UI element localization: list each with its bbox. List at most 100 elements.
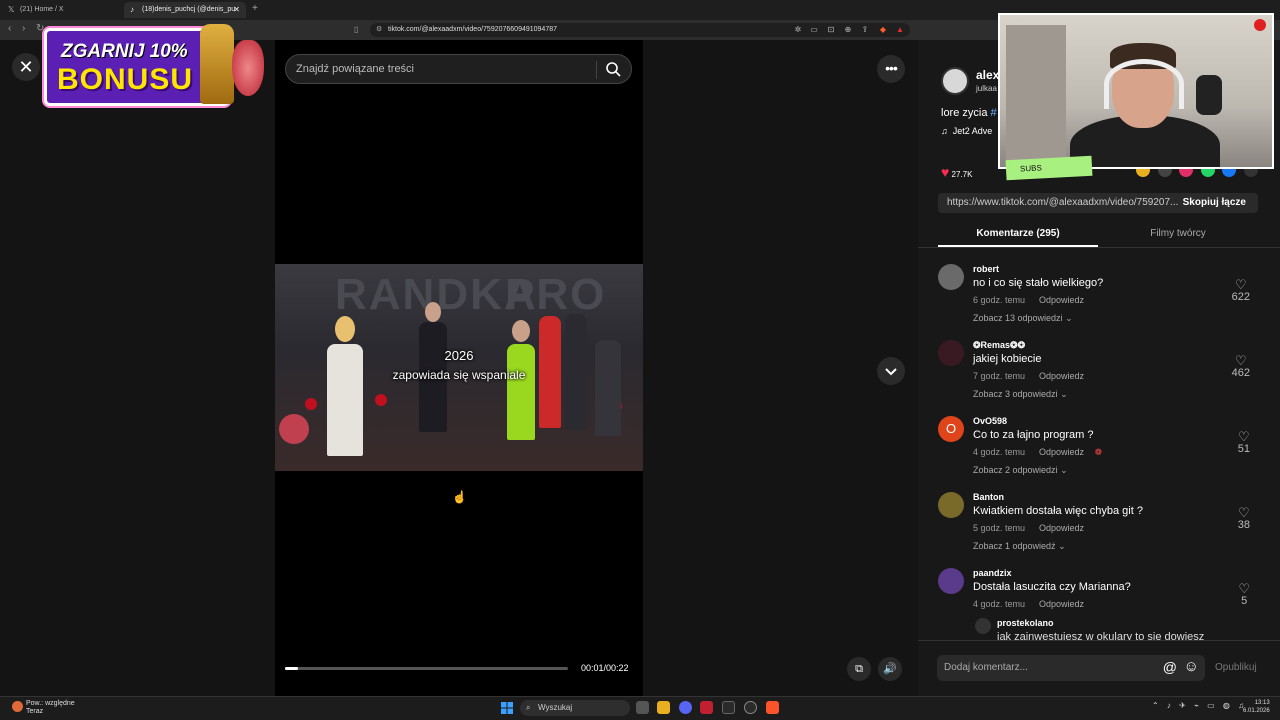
comment-avatar[interactable]: O bbox=[938, 416, 964, 442]
comment-user[interactable]: paandzix bbox=[973, 568, 1012, 578]
emoji-icon: ❁ bbox=[1094, 447, 1103, 457]
extension-icon[interactable]: ⊡ bbox=[826, 25, 836, 35]
comment-like-button[interactable]: ♡ 5 bbox=[1238, 582, 1250, 607]
comment-avatar[interactable] bbox=[938, 340, 964, 366]
comment-user[interactable]: ❂Remas❂❂ bbox=[973, 340, 1025, 351]
chevron-down-icon: ⌄ bbox=[1060, 465, 1068, 475]
weather-icon bbox=[12, 701, 23, 712]
app-icon[interactable] bbox=[722, 701, 735, 714]
file-explorer-icon[interactable] bbox=[657, 701, 670, 714]
comment-like-button[interactable]: ♡ 38 bbox=[1238, 506, 1250, 531]
comment-time: 4 godz. temu bbox=[973, 599, 1026, 609]
taskbar-clock[interactable]: 13:13 6.01.2026 bbox=[1243, 699, 1270, 715]
heart-outline-icon: ♡ bbox=[1234, 353, 1247, 368]
tab-tiktok[interactable]: ♪ (18)denis_puchcj (@denis_pu ✕ bbox=[124, 2, 246, 18]
video-link[interactable]: https://www.tiktok.com/@alexaadxm/video/… bbox=[947, 197, 1178, 208]
reply-button[interactable]: Odpowiedz bbox=[1039, 371, 1084, 381]
site-info-icon[interactable]: ⚙ bbox=[376, 23, 382, 37]
volume-button[interactable]: 🔊 bbox=[878, 657, 902, 681]
video-description: lore zycia # bbox=[941, 107, 997, 119]
comment-user[interactable]: OvO598 bbox=[973, 416, 1007, 426]
search-icon[interactable] bbox=[605, 61, 621, 77]
heart-icon: ♥ bbox=[941, 164, 950, 180]
background-door bbox=[1006, 25, 1066, 167]
brave-icon[interactable] bbox=[766, 701, 779, 714]
emoji-icon[interactable]: ☺ bbox=[1184, 658, 1199, 675]
obs-icon[interactable] bbox=[744, 701, 757, 714]
app-icon[interactable] bbox=[700, 701, 713, 714]
reply-user[interactable]: prostekolano bbox=[997, 618, 1054, 628]
zoom-icon[interactable]: ⊕ bbox=[843, 25, 853, 35]
picture-in-picture-button[interactable]: ⧉ bbox=[847, 657, 871, 681]
mention-icon[interactable]: @ bbox=[1163, 659, 1177, 675]
comment-like-button[interactable]: ♡ 462 bbox=[1232, 354, 1250, 379]
related-search-input[interactable]: Znajdź powiązane treści bbox=[285, 54, 632, 84]
comment-time: 6 godz. temu bbox=[973, 295, 1026, 305]
reply-avatar[interactable] bbox=[975, 618, 991, 634]
close-button[interactable]: ✕ bbox=[12, 53, 40, 81]
url-text: tiktok.com/@alexaadxm/video/759207660949… bbox=[388, 26, 558, 33]
comment-avatar[interactable] bbox=[938, 492, 964, 518]
chevron-down-icon: ⌄ bbox=[1060, 389, 1068, 399]
comment-meta: 4 godz. temu Odpowiedz ❁ bbox=[973, 447, 1102, 458]
copy-link-button[interactable]: Skopiuj łącze bbox=[1183, 197, 1246, 208]
description-hashtag[interactable]: # bbox=[991, 107, 997, 119]
author-name[interactable]: alex bbox=[976, 68, 999, 82]
clock-time: 13:13 bbox=[1254, 700, 1270, 706]
chevron-down-icon bbox=[885, 368, 897, 376]
comment-avatar[interactable] bbox=[938, 568, 964, 594]
comment-input[interactable]: Dodaj komentarz... @ ☺ bbox=[937, 655, 1205, 681]
person-head bbox=[335, 316, 355, 342]
taskbar-search[interactable]: ⌕ Wyszukaj bbox=[520, 700, 630, 716]
weather-widget[interactable]: Pow.: względne Teraz bbox=[12, 700, 75, 716]
more-options-button[interactable]: ••• bbox=[877, 55, 905, 83]
reply-button[interactable]: Odpowiedz bbox=[1039, 523, 1084, 533]
bookmark-icon[interactable]: ▯ bbox=[354, 25, 358, 34]
view-replies-button[interactable]: Zobacz 2 odpowiedzi ⌄ bbox=[973, 465, 1068, 476]
comment-like-count: 462 bbox=[1231, 367, 1250, 379]
reply-button[interactable]: Odpowiedz bbox=[1039, 599, 1084, 609]
like-button[interactable]: ♥ 27.7K bbox=[941, 164, 972, 180]
comment-user[interactable]: Banton bbox=[973, 492, 1004, 502]
video-progress-bar[interactable] bbox=[285, 667, 568, 670]
view-replies-button[interactable]: Zobacz 3 odpowiedzi ⌄ bbox=[973, 389, 1068, 400]
extension-icon[interactable]: ✲ bbox=[793, 25, 803, 35]
heart-outline-icon: ♡ bbox=[1238, 429, 1250, 444]
view-replies-button[interactable]: Zobacz 1 odpowiedź ⌄ bbox=[973, 541, 1066, 552]
comment-like-count: 38 bbox=[1237, 519, 1250, 531]
heart-outline-icon: ♡ bbox=[1238, 581, 1250, 596]
discord-icon[interactable] bbox=[679, 701, 692, 714]
music-link[interactable]: ♫ Jet2 Adve bbox=[941, 126, 992, 136]
search-divider bbox=[596, 61, 597, 79]
tab-comments[interactable]: Komentarze (295) bbox=[938, 228, 1098, 239]
promo-bag-image bbox=[232, 40, 264, 96]
author-handle: julkaa bbox=[976, 84, 997, 93]
comment-like-count: 622 bbox=[1231, 291, 1250, 303]
share-icon[interactable]: ⇪ bbox=[860, 25, 870, 35]
brave-shield-icon[interactable]: ◆ bbox=[878, 25, 888, 35]
comment-avatar[interactable] bbox=[938, 264, 964, 290]
tab-x-home[interactable]: 𝕏 (21) Home / X bbox=[2, 2, 120, 18]
task-view-icon[interactable] bbox=[636, 701, 649, 714]
author-avatar[interactable] bbox=[941, 67, 969, 95]
balloon bbox=[375, 394, 387, 406]
extension-icon[interactable]: ▭ bbox=[809, 25, 819, 35]
comment-like-button[interactable]: ♡ 51 bbox=[1238, 430, 1250, 455]
back-icon[interactable]: ‹ bbox=[8, 23, 11, 34]
windows-start-icon[interactable] bbox=[501, 702, 513, 714]
reply-button[interactable]: Odpowiedz bbox=[1039, 295, 1084, 305]
forward-icon[interactable]: › bbox=[22, 23, 25, 34]
rewards-icon[interactable]: ▲ bbox=[895, 25, 905, 35]
comment-like-button[interactable]: ♡ 622 bbox=[1232, 278, 1250, 303]
close-tab-icon[interactable]: ✕ bbox=[233, 2, 240, 18]
tab-creator-videos[interactable]: Filmy twórcy bbox=[1098, 228, 1258, 239]
tiktok-icon: ♪ bbox=[130, 5, 134, 14]
person-head bbox=[512, 320, 530, 342]
publish-button[interactable]: Opublikuj bbox=[1215, 662, 1257, 673]
new-tab-button[interactable]: + bbox=[252, 3, 258, 14]
reply-button[interactable]: Odpowiedz bbox=[1039, 447, 1084, 457]
comment-user[interactable]: robert bbox=[973, 264, 999, 274]
next-video-button[interactable] bbox=[877, 357, 905, 385]
view-replies-button[interactable]: Zobacz 13 odpowiedzi ⌄ bbox=[973, 313, 1073, 324]
system-tray[interactable]: ⌃ ♪ ✈ ⌁ ▭ ◍ ♫ bbox=[1152, 701, 1247, 710]
